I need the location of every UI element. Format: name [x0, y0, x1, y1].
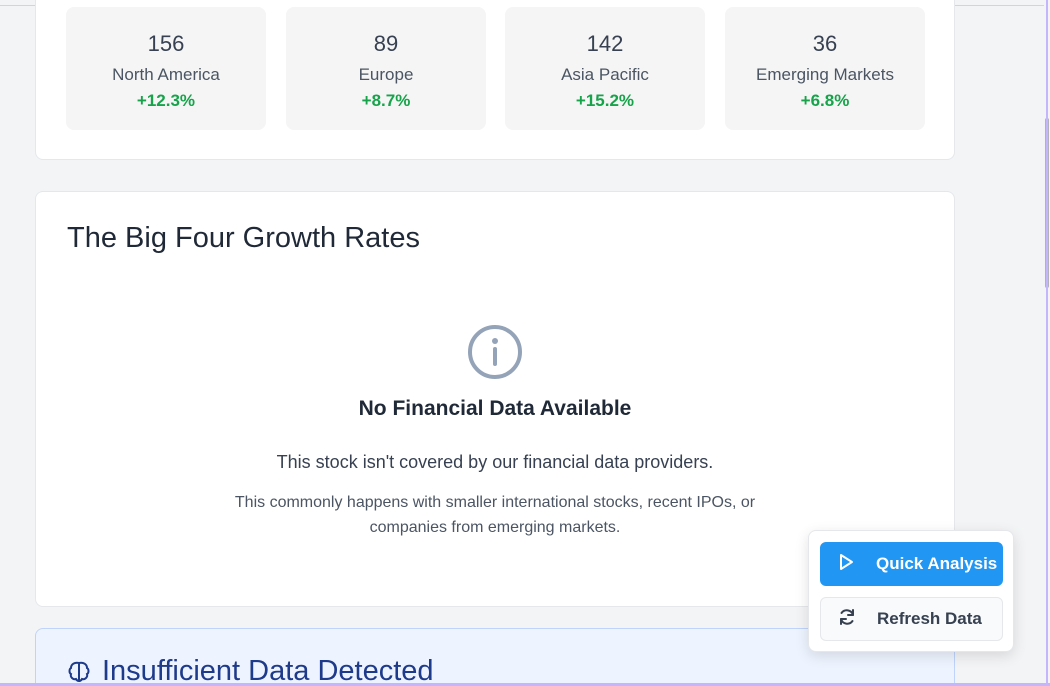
region-count: 36: [812, 31, 838, 56]
floating-actions-panel: Quick Analysis Refresh Data: [808, 530, 1014, 652]
region-change: +12.3%: [136, 91, 196, 110]
refresh-icon: [837, 607, 857, 632]
region-name: Europe: [358, 65, 414, 84]
growth-rates-title: The Big Four Growth Rates: [67, 222, 420, 254]
empty-state-description: This stock isn't covered by our financia…: [276, 452, 714, 472]
info-circle-icon: [467, 324, 523, 380]
brain-icon: [66, 659, 92, 685]
region-name: Asia Pacific: [561, 65, 649, 84]
quick-analysis-label: Quick Analysis: [876, 554, 998, 573]
region-change: +15.2%: [575, 91, 635, 110]
region-stat-europe: 89 Europe +8.7%: [286, 7, 486, 130]
refresh-data-button[interactable]: Refresh Data: [820, 597, 1003, 641]
region-stat-asia-pacific: 142 Asia Pacific +15.2%: [505, 7, 705, 130]
insufficient-data-title: Insufficient Data Detected: [102, 655, 434, 686]
empty-state-subtext: This commonly happens with smaller inter…: [234, 494, 756, 536]
refresh-data-label: Refresh Data: [877, 609, 982, 628]
quick-analysis-button[interactable]: Quick Analysis: [820, 542, 1003, 586]
regions-card: 156 North America +12.3% 89 Europe +8.7%…: [35, 0, 955, 160]
window-frame-right: [1046, 0, 1048, 686]
region-change: +6.8%: [800, 91, 850, 110]
empty-state-title: No Financial Data Available: [358, 397, 632, 420]
region-count: 142: [586, 31, 624, 56]
region-change: +8.7%: [361, 91, 411, 110]
insufficient-data-heading: Insufficient Data Detected: [66, 655, 434, 686]
region-name: Emerging Markets: [756, 65, 894, 84]
region-stat-emerging-markets: 36 Emerging Markets +6.8%: [725, 7, 925, 130]
play-icon: [836, 552, 856, 577]
region-count: 89: [373, 31, 399, 56]
region-count: 156: [147, 31, 185, 56]
region-stat-north-america: 156 North America +12.3%: [66, 7, 266, 130]
region-name: North America: [112, 65, 220, 84]
